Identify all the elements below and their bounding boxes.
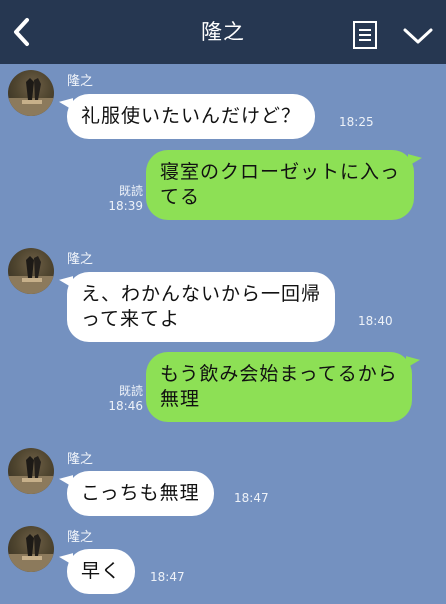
sender-name: 隆之	[67, 252, 94, 267]
sender-name: 隆之	[67, 74, 94, 89]
avatar-photo	[8, 456, 54, 494]
message-text-line: 寝室のクローゼットに入っ	[160, 161, 401, 183]
message-time: 18:39	[108, 199, 143, 213]
message-text-line: もう飲み会始まってるから	[160, 363, 398, 385]
avatar-photo	[8, 78, 54, 116]
avatar[interactable]	[8, 526, 54, 572]
avatar[interactable]	[8, 70, 54, 116]
message-list[interactable]: 隆之 礼服使いたいんだけど？ 18:25 既読 18:39 寝室のクローゼットに…	[0, 64, 446, 604]
chat-header: 隆之	[0, 0, 446, 64]
avatar-photo	[8, 256, 54, 294]
message-time: 18:25	[339, 115, 374, 129]
message-text-line: てる	[160, 186, 201, 208]
menu-button[interactable]	[402, 26, 434, 46]
message-text: こっちも無理	[81, 482, 200, 504]
message-bubble[interactable]: もう飲み会始まってるから 無理	[146, 352, 412, 422]
message-time: 18:40	[358, 314, 393, 328]
chevron-down-icon	[403, 28, 433, 44]
message-bubble[interactable]: 寝室のクローゼットに入っ てる	[146, 150, 415, 220]
avatar-photo	[8, 534, 54, 572]
read-receipt: 既読 18:46	[107, 384, 143, 414]
message-time: 18:47	[234, 491, 269, 505]
message-text-line: え、わかんないから一回帰	[81, 283, 322, 305]
message-text-line: って来てよ	[81, 308, 181, 330]
read-label: 既読	[118, 384, 143, 398]
message-text: 礼服使いたいんだけど？	[81, 105, 302, 127]
note-button[interactable]	[352, 20, 378, 50]
message-bubble[interactable]: 礼服使いたいんだけど？	[67, 94, 316, 139]
message-time: 18:47	[150, 570, 185, 584]
chat-title: 隆之	[201, 20, 245, 44]
sender-name: 隆之	[67, 530, 94, 545]
message-bubble[interactable]: え、わかんないから一回帰 って来てよ	[67, 272, 336, 342]
avatar[interactable]	[8, 248, 54, 294]
message-text: 早く	[81, 560, 122, 582]
note-icon	[353, 21, 377, 49]
message-bubble[interactable]: 早く	[67, 549, 136, 594]
avatar[interactable]	[8, 448, 54, 494]
read-receipt: 既読 18:39	[107, 184, 143, 214]
message-text-line: 無理	[160, 388, 201, 410]
message-bubble[interactable]: こっちも無理	[67, 471, 214, 516]
message-time: 18:46	[108, 399, 143, 413]
sender-name: 隆之	[67, 452, 94, 467]
read-label: 既読	[118, 184, 143, 198]
